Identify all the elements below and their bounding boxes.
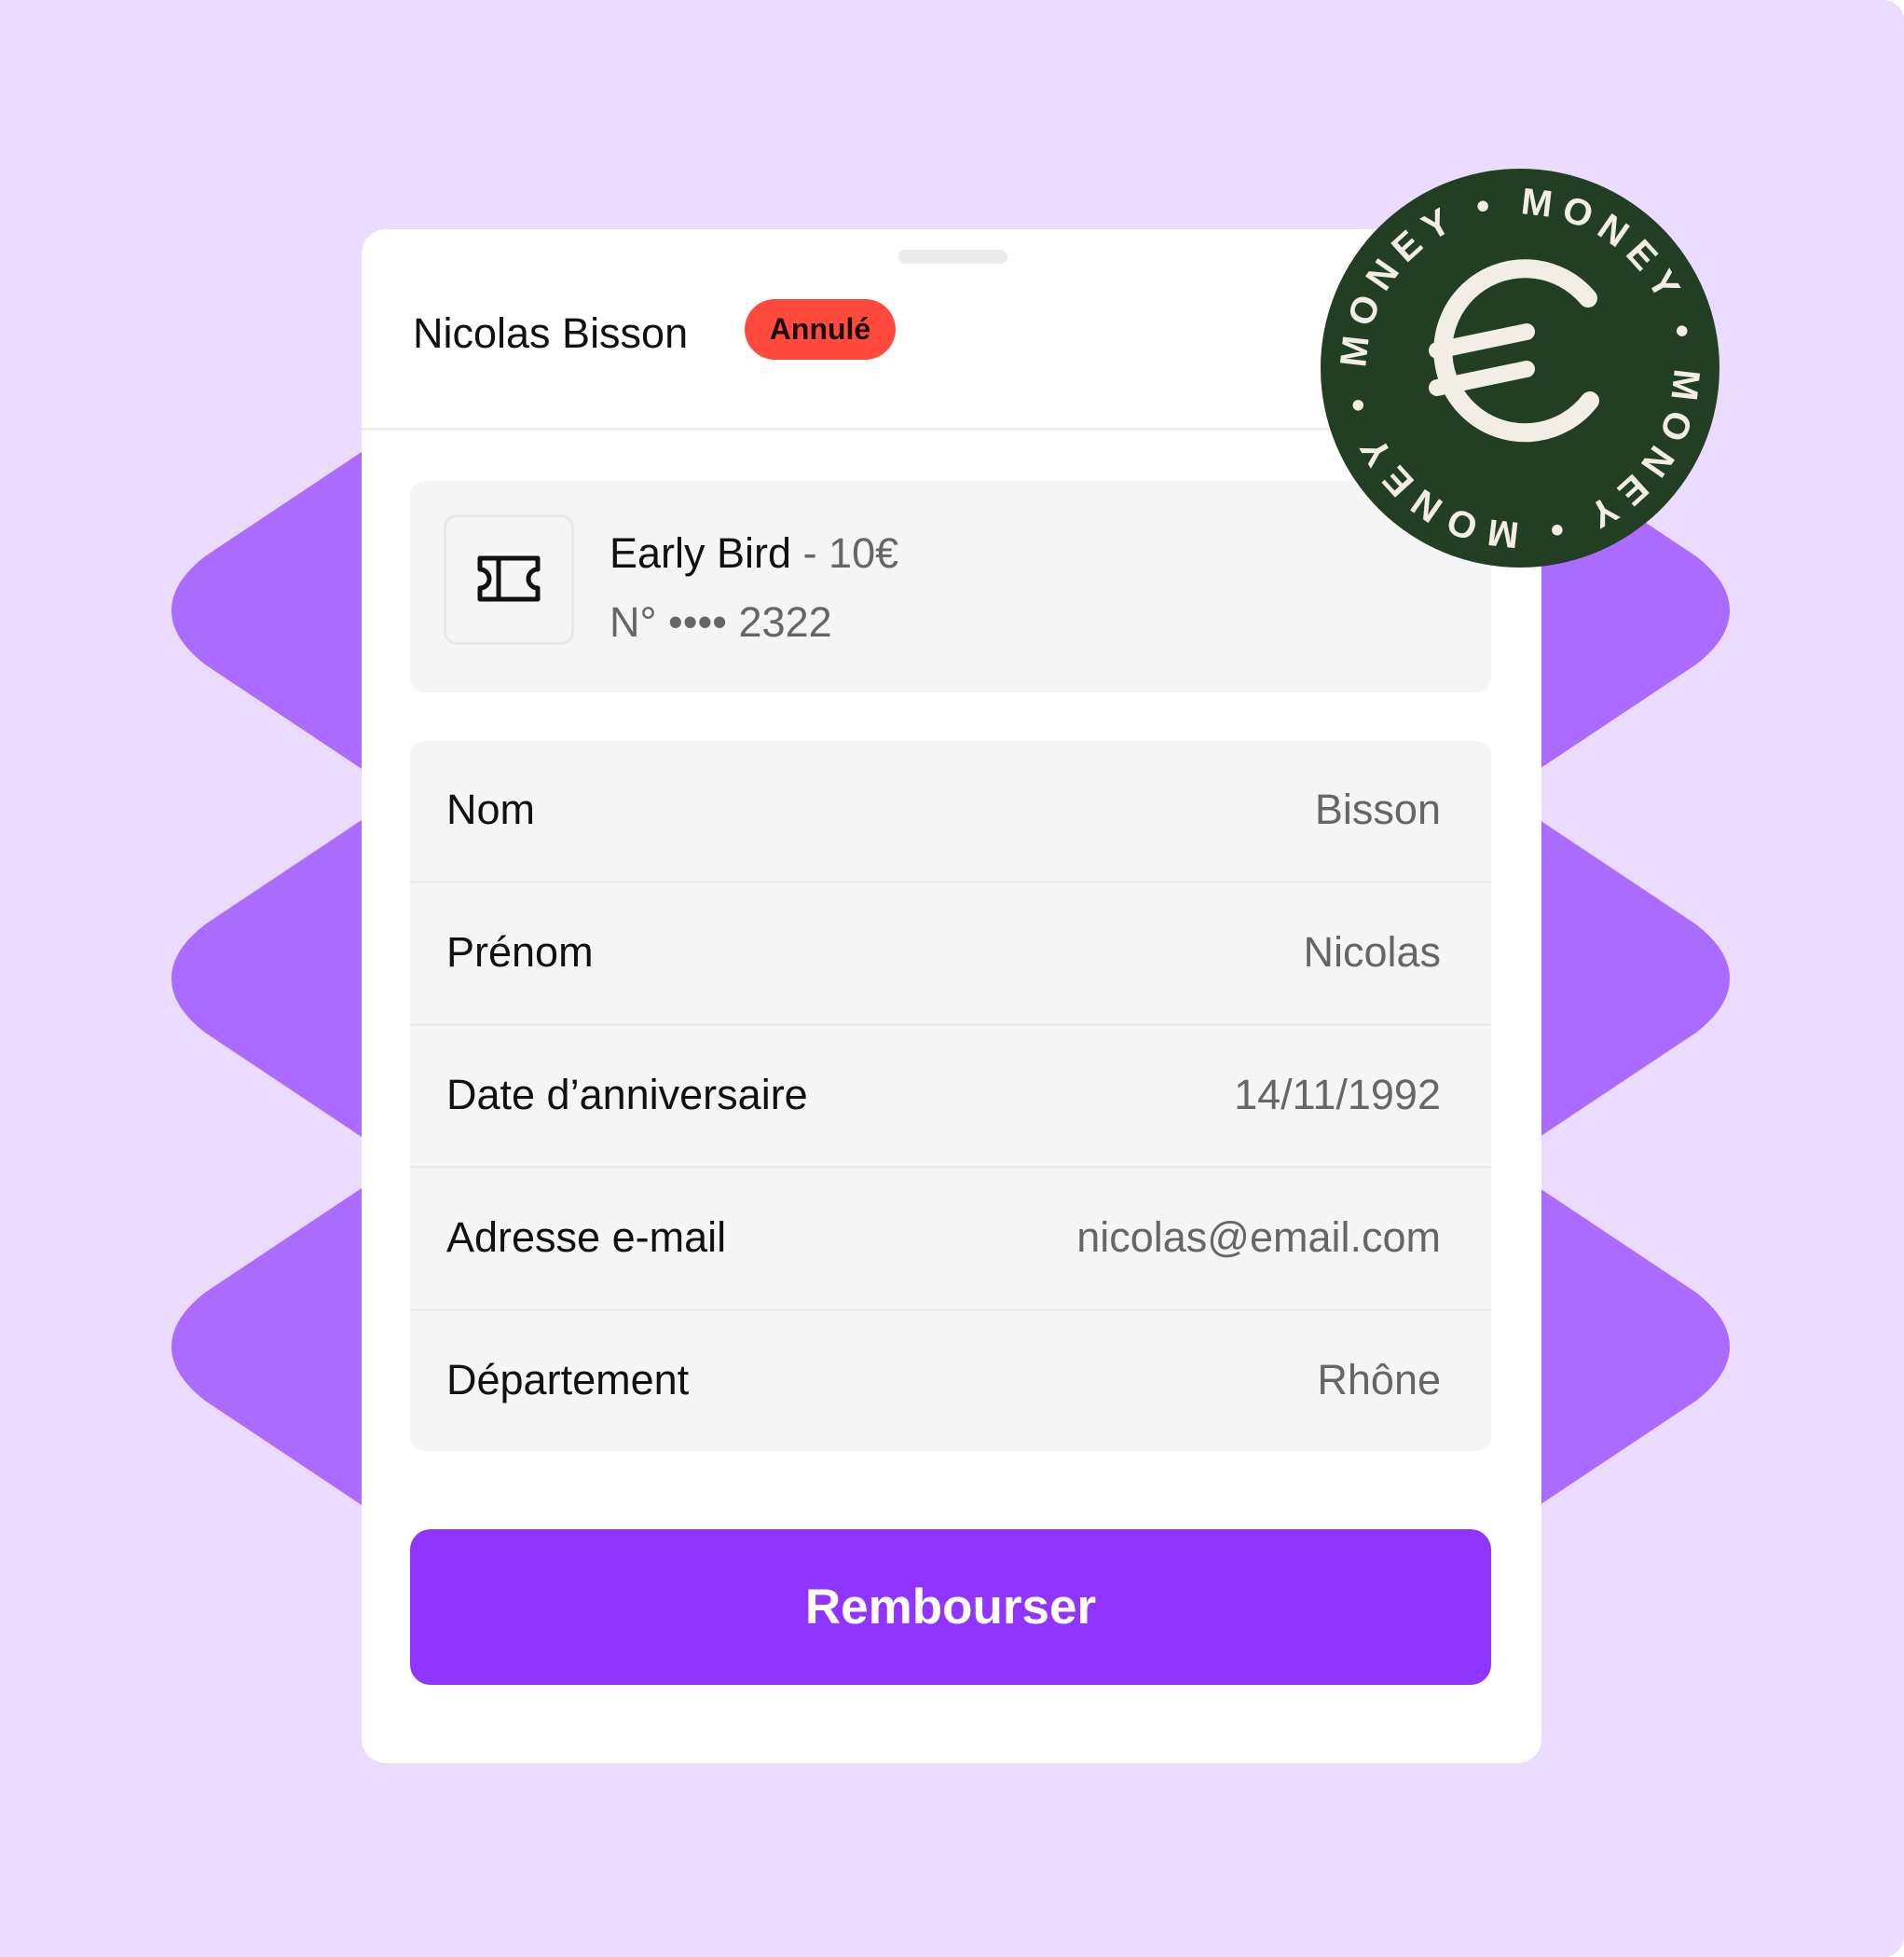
detail-value: nicolas@email.com — [1076, 1213, 1441, 1261]
detail-label: Nom — [446, 786, 536, 833]
status-badge: Annulé — [745, 299, 896, 360]
detail-row-prenom: Prénom Nicolas — [410, 883, 1491, 1026]
detail-row-nom: Nom Bisson — [410, 741, 1491, 883]
detail-value: 14/11/1992 — [1234, 1071, 1441, 1118]
detail-row-birthdate: Date d’anniversaire 14/11/1992 — [410, 1026, 1491, 1169]
money-stamp: MONEY • MONEY • MONEY • MONEY • — [1320, 168, 1720, 568]
refund-button[interactable]: Rembourser — [410, 1529, 1491, 1685]
ticket-icon-container — [444, 514, 574, 645]
chevron-left-2 — [171, 813, 373, 1144]
detail-value: Bisson — [1314, 786, 1441, 833]
detail-label: Date d’anniversaire — [446, 1071, 808, 1118]
chevron-left-3 — [171, 1181, 373, 1512]
ticket-price: - 10€ — [791, 529, 899, 577]
chevron-right-3 — [1528, 1181, 1730, 1512]
detail-value: Nicolas — [1303, 928, 1441, 976]
customer-name: Nicolas Bisson — [413, 309, 689, 357]
ticket-title: Early Bird - 10€ — [610, 526, 898, 582]
detail-row-departement: Département Rhône — [410, 1311, 1491, 1451]
detail-label: Département — [446, 1356, 690, 1403]
detail-label: Prénom — [446, 928, 594, 976]
detail-row-email: Adresse e-mail nicolas@email.com — [410, 1169, 1491, 1311]
ticket-name: Early Bird — [610, 529, 792, 577]
detail-label: Adresse e-mail — [446, 1213, 727, 1261]
page-background: Nicolas Bisson Annulé Early Bird - 10€ N… — [0, 0, 1904, 1957]
attendee-details: Nom Bisson Prénom Nicolas Date d’anniver… — [410, 741, 1491, 1451]
chevron-left-1 — [171, 445, 373, 776]
detail-value: Rhône — [1317, 1356, 1441, 1403]
ticket-number: N° •••• 2322 — [610, 598, 832, 646]
chevron-right-2 — [1528, 813, 1730, 1144]
